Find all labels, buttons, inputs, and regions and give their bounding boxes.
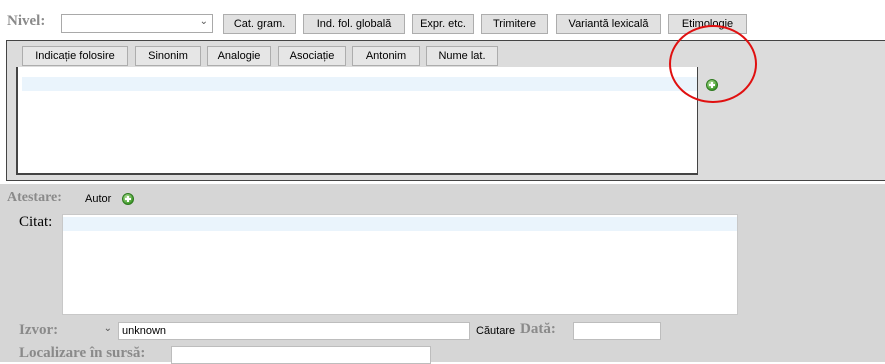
tab-ind-fol-globala[interactable]: Ind. fol. globală (303, 14, 405, 34)
data-input[interactable] (573, 322, 661, 340)
izvor-select[interactable]: ⌄ (72, 322, 116, 341)
tab-expr-etc[interactable]: Expr. etc. (412, 14, 474, 34)
annotation-circle (669, 25, 757, 103)
subtab-analogie[interactable]: Analogie (207, 46, 271, 66)
add-autor-icon[interactable] (122, 193, 134, 205)
nivel-select[interactable]: ⌄ (61, 14, 213, 33)
izvor-label: Izvor: (19, 322, 59, 338)
subtab-sinonim[interactable]: Sinonim (135, 46, 201, 66)
autor-label: Autor (85, 193, 112, 205)
subtab-antonim[interactable]: Antonim (352, 46, 420, 66)
citat-textarea[interactable] (62, 214, 738, 315)
localizare-label: Localizare în sursă: (19, 345, 146, 361)
atestare-label: Atestare: (7, 190, 62, 205)
tab-trimitere[interactable]: Trimitere (481, 14, 548, 34)
tab-cat-gram[interactable]: Cat. gram. (223, 14, 296, 34)
subtab-indicatie-folosire[interactable]: Indicație folosire (22, 46, 128, 66)
cautare-label[interactable]: Căutare (476, 325, 515, 337)
localizare-input[interactable] (171, 346, 431, 364)
data-label: Dată: (520, 321, 556, 337)
izvor-input[interactable]: unknown (118, 322, 470, 340)
chevron-down-icon: ⌄ (199, 16, 208, 27)
izvor-chevron-down-icon: ⌄ (103, 323, 112, 334)
etimologie-content-area[interactable] (16, 67, 698, 175)
subtab-asociatie[interactable]: Asociație (278, 46, 346, 66)
tab-varianta-lexicala[interactable]: Variantă lexicală (556, 14, 661, 34)
nivel-label: Nivel: (7, 13, 46, 29)
highlight-row (22, 77, 697, 91)
subtab-nume-lat[interactable]: Nume lat. (426, 46, 498, 66)
citat-highlight-row (63, 217, 737, 231)
citat-label: Citat: (19, 214, 53, 230)
